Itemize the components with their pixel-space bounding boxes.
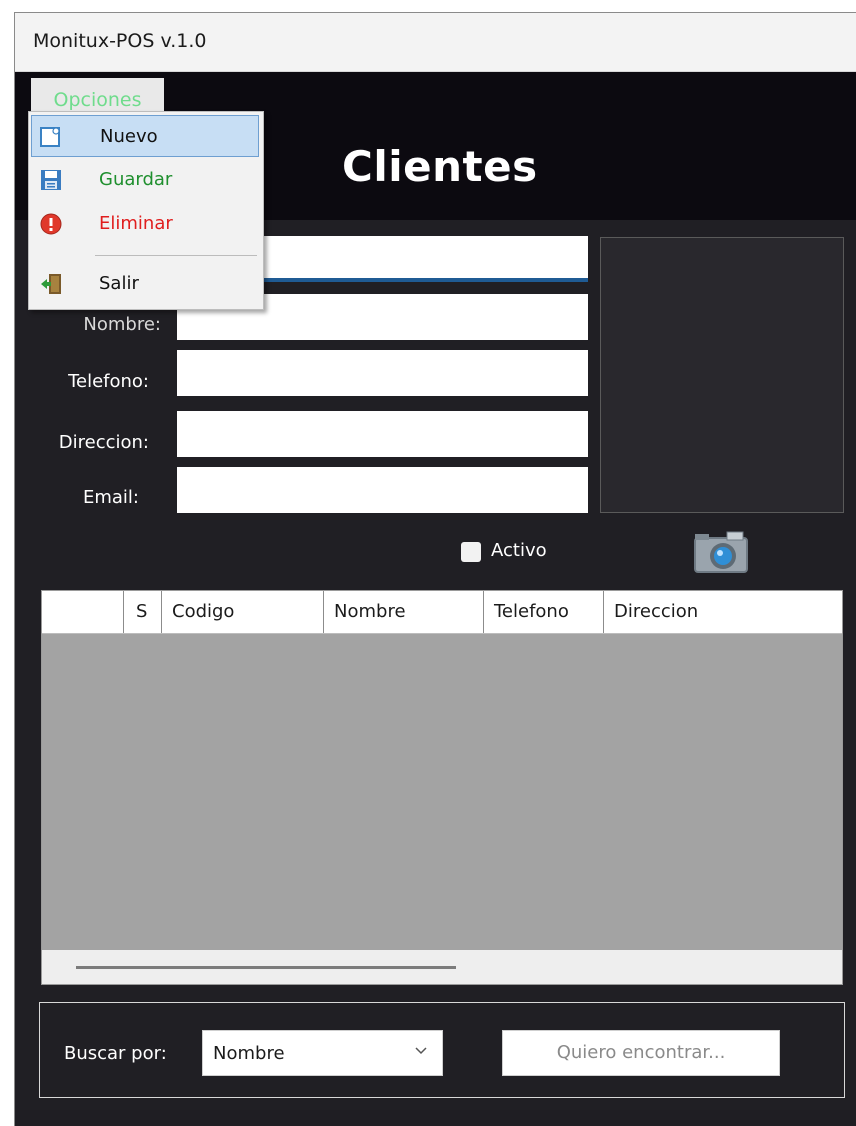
telefono-label: Telefono: xyxy=(68,371,149,392)
grid-col-header[interactable]: Direccion xyxy=(604,591,844,633)
menu-item-eliminar[interactable]: Eliminar xyxy=(31,203,259,245)
grid-col-header[interactable]: Codigo xyxy=(162,591,324,633)
menu-item-label: Guardar xyxy=(99,169,173,190)
new-document-icon xyxy=(40,127,60,147)
grid-col-header[interactable]: S xyxy=(124,591,162,633)
horizontal-scrollbar[interactable] xyxy=(42,950,842,984)
grid-col-header[interactable]: Telefono xyxy=(484,591,604,633)
menu-separator xyxy=(95,255,257,256)
page-title: Clientes xyxy=(342,142,538,191)
menu-item-label: Nuevo xyxy=(100,126,158,147)
photo-box[interactable] xyxy=(600,237,844,513)
menu-item-label: Eliminar xyxy=(99,213,173,234)
direccion-field[interactable] xyxy=(177,411,588,457)
nombre-label: Nombre: xyxy=(83,314,161,335)
floppy-disk-icon xyxy=(41,170,61,190)
scrollbar-thumb[interactable] xyxy=(76,966,456,969)
activo-checkbox[interactable] xyxy=(461,542,481,562)
camera-icon[interactable] xyxy=(691,526,751,576)
chevron-down-icon xyxy=(415,1047,427,1055)
direccion-label: Direccion: xyxy=(58,432,149,453)
exit-door-icon xyxy=(41,274,61,294)
grid-col-header[interactable]: Nombre xyxy=(324,591,484,633)
form-area: Nombre: Telefono: Direccion: Email: Acti… xyxy=(15,220,856,1110)
search-by-value: Nombre xyxy=(213,1043,285,1064)
menu-item-guardar[interactable]: Guardar xyxy=(31,159,259,201)
menu-item-nuevo[interactable]: Nuevo xyxy=(31,115,259,157)
error-stop-icon xyxy=(40,213,62,235)
opciones-dropdown: Nuevo Guardar Eliminar Salir xyxy=(28,111,264,310)
grid-header: S Codigo Nombre Telefono Direccion xyxy=(42,591,842,634)
telefono-field[interactable] xyxy=(177,350,588,396)
menu-item-label: Salir xyxy=(99,273,139,294)
email-label: Email: xyxy=(82,487,139,508)
window-title: Monitux-POS v.1.0 xyxy=(33,30,207,52)
search-by-select[interactable]: Nombre xyxy=(202,1030,443,1076)
search-panel: Buscar por: Nombre Quiero encontrar... xyxy=(39,1002,845,1098)
menu-item-salir[interactable]: Salir xyxy=(31,263,259,305)
title-bar: Monitux-POS v.1.0 xyxy=(15,13,856,72)
grid-col-header[interactable] xyxy=(42,591,124,633)
search-button[interactable]: Quiero encontrar... xyxy=(502,1030,780,1076)
buscar-label: Buscar por: xyxy=(64,1043,167,1064)
activo-label: Activo xyxy=(491,540,547,561)
clients-grid[interactable]: S Codigo Nombre Telefono Direccion xyxy=(41,590,843,985)
email-field[interactable] xyxy=(177,467,588,513)
